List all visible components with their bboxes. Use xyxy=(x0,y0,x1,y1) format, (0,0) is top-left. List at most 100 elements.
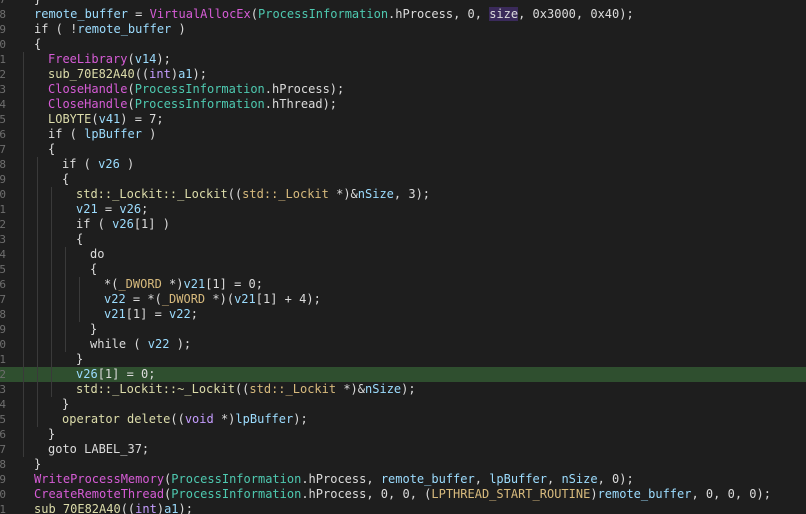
code-text[interactable]: } xyxy=(34,457,41,472)
code-line[interactable]: 6 *(_DWORD *)v21[1] = 0; xyxy=(0,277,806,292)
code-token[interactable]: (( xyxy=(228,187,242,201)
code-token[interactable]: std::_Lockit xyxy=(249,382,336,396)
code-text[interactable]: } xyxy=(34,0,41,7)
code-token[interactable]: = *( xyxy=(126,292,162,306)
code-text[interactable]: do xyxy=(90,247,104,262)
code-token[interactable]: nSize xyxy=(561,472,597,486)
code-text[interactable]: v21 = v26; xyxy=(76,202,148,217)
code-line[interactable]: 3 CloseHandle(ProcessInformation.hProcess… xyxy=(0,82,806,97)
code-token[interactable]: a1 xyxy=(164,502,178,514)
code-token[interactable]: { xyxy=(34,37,41,51)
code-line[interactable]: 1 sub_70E82A40((int)a1); xyxy=(0,502,806,514)
code-token[interactable]: ( xyxy=(127,82,134,96)
code-token[interactable]: sub_70E82A40 xyxy=(48,67,135,81)
code-text[interactable]: if ( !remote_buffer ) xyxy=(34,22,186,37)
code-token[interactable]: [1] = xyxy=(126,307,169,321)
code-token[interactable]: ) xyxy=(171,22,186,36)
code-token[interactable]: remote_buffer xyxy=(34,7,128,21)
code-text[interactable]: goto LABEL_37; xyxy=(48,442,149,457)
code-token[interactable]: v14 xyxy=(135,52,157,66)
code-line[interactable]: 4 do xyxy=(0,247,806,262)
code-line[interactable]: 6} xyxy=(0,427,806,442)
code-text[interactable]: { xyxy=(62,172,69,187)
code-token[interactable]: v26 xyxy=(76,367,98,381)
code-view[interactable]: 7}8remote_buffer = VirtualAllocEx(Proces… xyxy=(0,0,806,514)
code-text[interactable]: LOBYTE(v41) = 7; xyxy=(48,112,164,127)
code-token[interactable]: (( xyxy=(170,412,184,426)
code-token[interactable]: .hProcess, xyxy=(301,472,380,486)
code-token[interactable]: } xyxy=(34,457,41,471)
code-token[interactable]: v22 xyxy=(104,292,126,306)
pseudocode-editor[interactable]: 7}8remote_buffer = VirtualAllocEx(Proces… xyxy=(0,0,806,514)
code-token[interactable]: *) xyxy=(162,277,183,291)
code-token[interactable]: .hProcess, 0, 0, ( xyxy=(301,487,431,501)
code-text[interactable]: v26[1] = 0; xyxy=(76,367,155,382)
code-token[interactable]: v41 xyxy=(99,112,121,126)
code-line[interactable]: 5 LOBYTE(v41) = 7; xyxy=(0,112,806,127)
code-token[interactable]: remote_buffer xyxy=(598,487,692,501)
code-line[interactable]: 9} xyxy=(0,322,806,337)
code-token[interactable]: lpBuffer xyxy=(235,412,293,426)
code-line[interactable]: 0 CreateRemoteThread(ProcessInformation.h… xyxy=(0,487,806,502)
code-token[interactable]: ProcessInformation xyxy=(258,7,388,21)
code-token[interactable]: ); xyxy=(156,52,170,66)
code-token[interactable]: ( xyxy=(127,52,134,66)
code-token[interactable]: *) xyxy=(214,412,235,426)
code-token[interactable]: v26 xyxy=(112,217,134,231)
code-line[interactable]: 2 sub_70E82A40((int)a1); xyxy=(0,67,806,82)
code-token[interactable]: (( xyxy=(235,382,249,396)
code-text[interactable]: } xyxy=(76,352,83,367)
code-line[interactable]: 0 while ( v22 ); xyxy=(0,337,806,352)
code-text[interactable]: if ( v26[1] ) xyxy=(76,217,170,232)
code-token[interactable]: CloseHandle xyxy=(48,97,127,111)
code-token[interactable]: , xyxy=(475,472,489,486)
code-token[interactable]: [1] + 4); xyxy=(256,292,321,306)
code-line[interactable]: 2 if ( v26[1] ) xyxy=(0,217,806,232)
code-line[interactable]: 7} xyxy=(0,0,806,7)
code-text[interactable]: } xyxy=(48,427,55,442)
code-token[interactable]: v21 xyxy=(76,202,98,216)
code-line[interactable]: 7 v22 = *(_DWORD *)(v21[1] + 4); xyxy=(0,292,806,307)
code-token[interactable]: ) xyxy=(142,127,156,141)
code-token[interactable]: { xyxy=(90,262,97,276)
code-token[interactable]: sub_70E82A40 xyxy=(34,502,121,514)
code-token[interactable]: = xyxy=(128,7,150,21)
code-text[interactable]: while ( v22 ); xyxy=(90,337,191,352)
code-line[interactable]: 4 CloseHandle(ProcessInformation.hThread)… xyxy=(0,97,806,112)
code-text[interactable]: v22 = *(_DWORD *)(v21[1] + 4); xyxy=(104,292,321,307)
code-token[interactable]: std::_Lockit::_Lockit xyxy=(76,187,228,201)
code-token[interactable]: [1] = 0; xyxy=(98,367,156,381)
code-token[interactable]: (( xyxy=(121,502,135,514)
code-token[interactable]: , xyxy=(547,472,561,486)
code-token[interactable]: int xyxy=(135,502,157,514)
code-text[interactable]: { xyxy=(76,232,83,247)
code-token[interactable]: remote_buffer xyxy=(381,472,475,486)
code-text[interactable]: } xyxy=(62,397,69,412)
code-line[interactable]: 1} xyxy=(0,352,806,367)
code-token[interactable]: if ( xyxy=(48,127,84,141)
current-code-line[interactable]: 2 v26[1] = 0; xyxy=(0,367,806,382)
code-token[interactable]: v21 xyxy=(184,277,206,291)
code-token[interactable]: v26 xyxy=(98,157,120,171)
code-token[interactable]: nSize xyxy=(365,382,401,396)
code-line[interactable]: 1 FreeLibrary(v14); xyxy=(0,52,806,67)
code-line[interactable]: 1 v21 = v26; xyxy=(0,202,806,217)
code-token[interactable]: ) xyxy=(157,502,164,514)
code-token[interactable]: (( xyxy=(135,67,149,81)
code-token[interactable]: if ( xyxy=(62,157,98,171)
code-text[interactable]: *(_DWORD *)v21[1] = 0; xyxy=(104,277,263,292)
code-line[interactable]: 7{ xyxy=(0,142,806,157)
code-token[interactable]: ; xyxy=(191,307,198,321)
code-text[interactable]: if ( lpBuffer ) xyxy=(48,127,156,142)
code-line[interactable]: 8} xyxy=(0,457,806,472)
code-token[interactable]: ProcessInformation xyxy=(135,82,265,96)
code-text[interactable]: sub_70E82A40((int)a1); xyxy=(34,502,193,514)
code-token[interactable]: ProcessInformation xyxy=(135,97,265,111)
code-token[interactable]: ); xyxy=(193,67,207,81)
code-token[interactable]: ( xyxy=(91,112,98,126)
code-text[interactable]: v21[1] = v22; xyxy=(104,307,198,322)
code-token[interactable]: , 0, 0, 0); xyxy=(691,487,770,501)
code-line[interactable]: 8 v21[1] = v22; xyxy=(0,307,806,322)
code-text[interactable]: } xyxy=(90,322,97,337)
code-line[interactable]: 3 std::_Lockit::~_Lockit((std::_Lockit *)… xyxy=(0,382,806,397)
